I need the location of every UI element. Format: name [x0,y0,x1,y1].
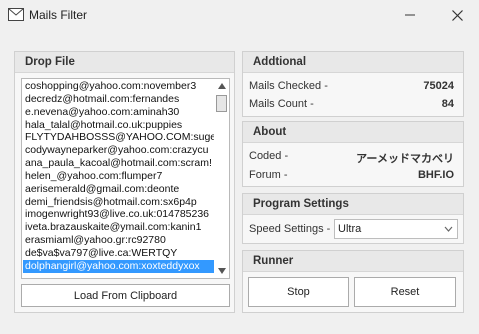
program-settings-panel: Program Settings Speed Settings - Ultra [242,193,464,244]
list-item[interactable]: helen_@yahoo.com:flumper7 [23,170,216,183]
scrollbar-thumb[interactable] [216,95,227,112]
mails-count-value: 84 [441,98,454,110]
list-item[interactable]: e.nevena@yahoo.com:aminah30 [23,106,216,119]
about-header: About [243,122,463,143]
forum-label: Forum - [249,169,288,181]
mails-checked-label: Mails Checked - [249,80,328,92]
list-item[interactable]: iveta.brazauskaite@ymail.com:kanin1 [23,221,216,234]
speed-settings-dropdown[interactable]: Ultra [334,219,458,239]
about-panel: About Coded - アーメッドマカべリ Forum - BHF.IO [242,121,464,187]
vertical-scrollbar[interactable] [214,79,229,278]
mails-checked-value: 75024 [423,80,454,92]
list-item[interactable]: erasmiaml@yahoo.gr:rc92780 [23,234,216,247]
coded-label: Coded - [249,150,289,162]
speed-settings-value: Ultra [338,223,362,235]
stop-button[interactable]: Stop [248,277,349,307]
close-button[interactable] [444,5,470,25]
drop-file-panel: Drop File coshopping@yahoo.com:november3… [14,51,235,313]
minimize-button[interactable] [397,5,423,25]
drop-file-header: Drop File [15,52,234,73]
title-bar: Mails Filter [0,0,479,30]
program-settings-header: Program Settings [243,194,463,215]
list-item[interactable]: codywayneparker@yahoo.com:crazycu [23,144,216,157]
list-item[interactable]: coshopping@yahoo.com:november3 [23,80,216,93]
speed-settings-label: Speed Settings - [249,223,331,235]
mail-list[interactable]: coshopping@yahoo.com:november3 decredz@ho… [21,78,230,279]
window-title: Mails Filter [29,8,88,22]
list-item[interactable]: FLYTYDAHBOSSS@YAHOO.COM:sugeir [23,131,216,144]
load-from-clipboard-button[interactable]: Load From Clipboard [21,284,230,307]
runner-panel: Runner Stop Reset [242,250,464,313]
list-item[interactable]: dolphangirl@yahoo.com:xoxteddyxox [23,259,216,273]
runner-header: Runner [243,251,463,272]
list-item[interactable]: hala_talal@hotmail.co.uk:puppies [23,119,216,132]
close-icon [451,9,463,21]
additional-panel: Addtional Mails Checked - 75024 Mails Co… [242,51,464,117]
list-item[interactable]: de$va$va797@live.ca:WERTQY [23,247,216,260]
additional-header: Addtional [243,52,463,73]
chevron-down-icon [444,226,453,232]
envelope-icon [8,8,24,21]
list-item[interactable]: demi_friendsis@hotmail.com:sx6p4p [23,196,216,209]
forum-value: BHF.IO [417,169,454,181]
scroll-down-arrow-icon[interactable] [217,267,227,275]
mails-count-label: Mails Count - [249,98,314,110]
list-item[interactable]: decredz@hotmail.com:fernandes [23,93,216,106]
minimize-icon [405,14,415,16]
list-item[interactable]: ana_paula_kacoal@hotmail.com:scram! [23,157,216,170]
reset-button[interactable]: Reset [354,277,456,307]
mail-list-items: coshopping@yahoo.com:november3 decredz@ho… [23,80,216,277]
scroll-up-arrow-icon[interactable] [217,82,227,90]
list-item[interactable]: imogenwright93@live.co.uk:014785236 [23,208,216,221]
coded-value: アーメッドマカべリ [356,153,454,165]
list-item[interactable]: aerisemerald@gmail.com:deonte [23,183,216,196]
